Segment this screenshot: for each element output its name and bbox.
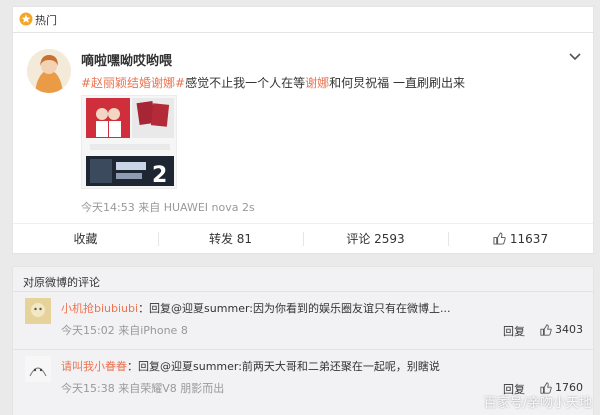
section-header: 热门 xyxy=(12,6,594,32)
image-number-text: 2 xyxy=(152,163,167,188)
chevron-down-icon[interactable] xyxy=(569,53,581,61)
reply-button[interactable]: 回复 xyxy=(503,323,525,339)
post-text-part-b: 和何炅祝福 一直刷刷出来 xyxy=(329,76,465,90)
post-actions: 收藏 转发 81 评论 2593 11637 xyxy=(13,223,593,253)
comment-button[interactable]: 评论 2593 xyxy=(303,224,448,253)
section-title: 热门 xyxy=(35,13,57,27)
like-button[interactable]: 11637 xyxy=(448,224,593,253)
comments-header: 对原微博的评论 xyxy=(23,276,100,289)
comment-label: 评论 2593 xyxy=(346,232,405,246)
post-card: 嘀啦嘿呦哎哟喂 #赵丽颖结婚谢娜#感觉不止我一个人在等谢娜和何炅祝福 一直刷刷出… xyxy=(12,32,594,254)
commenter-avatar-image xyxy=(25,298,51,324)
commenter-avatar[interactable] xyxy=(25,298,51,324)
thumbs-up-icon xyxy=(540,323,552,336)
commenter-avatar-image xyxy=(25,356,51,382)
comment-time: 今天15:38 来自荣耀V8 朋影而出 xyxy=(61,382,225,395)
post-image[interactable]: 2 xyxy=(81,95,177,189)
comment-text: ：回复@迎夏summer:因为你看到的娱乐圈友谊只有在微博上... xyxy=(138,302,451,315)
author-avatar[interactable] xyxy=(27,49,71,93)
repost-label: 转发 81 xyxy=(208,232,253,246)
commenter-name[interactable]: 小机抢biubiubi xyxy=(61,302,138,315)
commenter-name[interactable]: 请叫我小眷眷 xyxy=(61,360,127,373)
hashtag-link[interactable]: #赵丽颖结婚谢娜# xyxy=(81,76,185,90)
post-meta: 今天14:53 来自 HUAWEI nova 2s xyxy=(81,201,255,214)
commenter-avatar[interactable] xyxy=(25,356,51,382)
author-name[interactable]: 嘀啦嘿呦哎哟喂 xyxy=(81,50,172,69)
post-text: #赵丽颖结婚谢娜#感觉不止我一个人在等谢娜和何炅祝福 一直刷刷出来 xyxy=(81,74,465,91)
favorite-button[interactable]: 收藏 xyxy=(13,224,158,253)
favorite-label: 收藏 xyxy=(73,232,98,246)
comment-like-count: 3403 xyxy=(555,323,583,336)
comment-item: 小机抢biubiubi：回复@迎夏summer:因为你看到的娱乐圈友谊只有在微博… xyxy=(13,291,593,349)
avatar-image xyxy=(27,49,71,93)
hot-star-icon xyxy=(19,12,33,26)
comment-time: 今天15:02 来自iPhone 8 xyxy=(61,324,188,337)
comment-text: ：回复@迎夏summer:前两天大哥和二弟还聚在一起呢，别瞎说 xyxy=(127,360,440,373)
repost-button[interactable]: 转发 81 xyxy=(158,224,303,253)
post-text-part-a: 感觉不止我一个人在等 xyxy=(185,76,306,90)
comment-content: 请叫我小眷眷：回复@迎夏summer:前两天大哥和二弟还聚在一起呢，别瞎说 xyxy=(61,358,440,374)
like-count: 11637 xyxy=(509,231,549,246)
comment-like-button[interactable]: 3403 xyxy=(540,323,583,336)
comment-content: 小机抢biubiubi：回复@迎夏summer:因为你看到的娱乐圈友谊只有在微博… xyxy=(61,300,451,316)
mention-link[interactable]: 谢娜 xyxy=(305,76,329,90)
post-image-content: 2 xyxy=(82,96,176,188)
watermark: 百家号/亲吻小天地 xyxy=(483,396,592,411)
thumbs-up-icon xyxy=(493,232,506,245)
